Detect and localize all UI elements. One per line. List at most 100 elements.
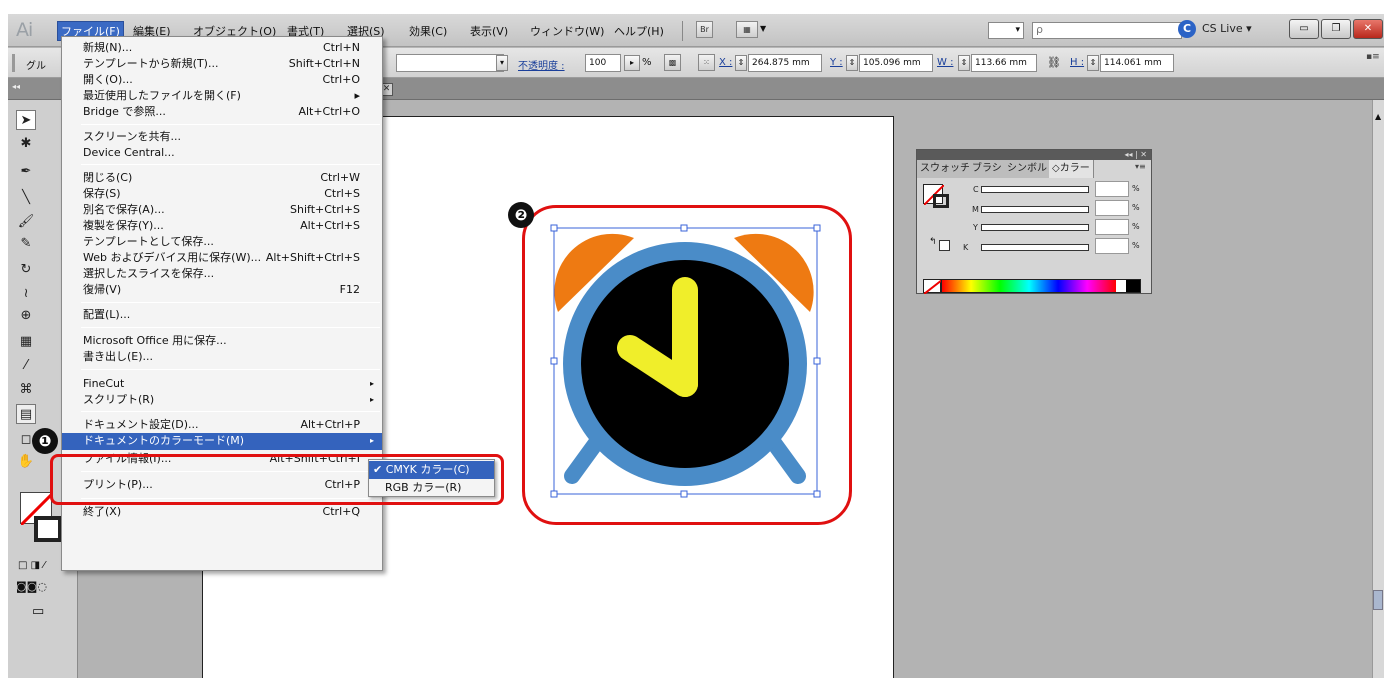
menu-item-save-for-web[interactable]: Web およびデバイス用に保存(W)... Alt+Shift+Ctrl+S — [62, 250, 382, 266]
menu-item-save[interactable]: 保存(S) Ctrl+S — [62, 186, 382, 202]
scroll-up-icon[interactable]: ▲ — [1375, 112, 1381, 121]
h-input[interactable]: 114.061 mm — [1100, 54, 1174, 72]
menu-item-export[interactable]: 書き出し(E)... — [62, 349, 382, 365]
menu-item-open[interactable]: 開く(O)... Ctrl+O — [62, 72, 382, 88]
spinner-icon[interactable]: ⇕ — [1087, 55, 1099, 71]
brush-tool-icon[interactable]: 🖌 — [16, 212, 36, 232]
reference-point-icon[interactable]: ⁙ — [698, 54, 715, 71]
menu-item-open-recent[interactable]: 最近使用したファイルを開く(F) ▸ — [62, 88, 382, 104]
tab-swatches[interactable]: スウォッチ — [917, 160, 974, 178]
c-value-input[interactable] — [1095, 181, 1129, 197]
menu-item-save-as[interactable]: 別名で保存(A)... Shift+Ctrl+S — [62, 202, 382, 218]
menu-item-save-selected-slices[interactable]: 選択したスライスを保存... — [62, 266, 382, 282]
menu-item-finecut[interactable]: FineCut ▸ — [62, 376, 382, 392]
menu-view[interactable]: 表示(V) — [470, 23, 508, 39]
spinner-icon[interactable]: ⇕ — [735, 55, 747, 71]
menu-effect[interactable]: 効果(C) — [409, 23, 447, 39]
hand-tool-icon[interactable]: ✋ — [16, 452, 36, 472]
menu-separator — [81, 327, 380, 328]
menu-item-scripts[interactable]: スクリプト(R) ▸ — [62, 392, 382, 408]
spinner-icon[interactable]: ⇕ — [846, 55, 858, 71]
menu-item-place[interactable]: 配置(L)... — [62, 307, 382, 323]
opacity-label[interactable]: 不透明度 : — [518, 57, 565, 72]
menu-item-browse-bridge[interactable]: Bridge で参照... Alt+Ctrl+O — [62, 104, 382, 120]
menu-item-save-ms-office[interactable]: Microsoft Office 用に保存... — [62, 333, 382, 349]
x-input[interactable]: 264.875 mm — [748, 54, 822, 72]
mesh-tool-icon[interactable]: ▦ — [16, 332, 36, 352]
vertical-scrollbar[interactable]: ▲ — [1372, 100, 1384, 678]
arrange-documents-icon[interactable]: ▦ — [736, 21, 758, 38]
slice-tool-icon[interactable]: ▤ — [16, 404, 36, 424]
search-input[interactable]: ρ — [1032, 22, 1182, 39]
tab-color[interactable]: ◇カラー — [1049, 160, 1094, 178]
color-spectrum-bar[interactable] — [941, 279, 1141, 293]
m-value-input[interactable] — [1095, 200, 1129, 216]
tab-symbols[interactable]: シンボル — [1004, 160, 1051, 178]
warp-tool-icon[interactable]: ≀ — [16, 284, 36, 304]
chevron-down-icon[interactable]: ▾ — [496, 55, 508, 71]
close-icon[interactable]: ✕ — [1353, 19, 1383, 39]
menu-item-device-central[interactable]: Device Central... — [62, 145, 382, 161]
y-input[interactable]: 105.096 mm — [859, 54, 933, 72]
panel-menu-icon[interactable]: ▾≡ — [1135, 162, 1146, 171]
style-dropdown[interactable] — [396, 54, 504, 72]
chevron-right-icon[interactable]: ▸ — [624, 55, 640, 71]
restore-icon[interactable]: ❐ — [1321, 19, 1351, 39]
w-input[interactable]: 113.66 mm — [971, 54, 1037, 72]
cslive-menu[interactable]: CS Live ▾ — [1202, 22, 1252, 35]
draw-mode-icons[interactable]: ◙◙◌ — [16, 580, 47, 593]
eyedropper-tool-icon[interactable]: ⁄ — [16, 356, 36, 376]
y-value-input[interactable] — [1095, 219, 1129, 235]
zoom-dropdown[interactable]: ▾ — [988, 22, 1024, 39]
tab-brushes[interactable]: ブラシ — [969, 160, 1006, 178]
h-label[interactable]: H : — [1070, 57, 1084, 68]
menu-item-revert[interactable]: 復帰(V) F12 — [62, 282, 382, 298]
menu-item-close[interactable]: 閉じる(C) Ctrl+W — [62, 170, 382, 186]
collapse-icon[interactable]: ◂◂ — [12, 82, 20, 91]
panel-menu-icon[interactable]: ▪≡ — [1366, 52, 1380, 62]
menu-item-share-screen[interactable]: スクリーンを共有... — [62, 129, 382, 145]
menu-item-document-setup[interactable]: ドキュメント設定(D)... Alt+Ctrl+P — [62, 417, 382, 433]
menu-item-save-copy[interactable]: 複製を保存(Y)... Alt+Ctrl+S — [62, 218, 382, 234]
menu-help[interactable]: ヘルプ(H) — [614, 23, 664, 39]
out-of-gamut-icon[interactable]: ↰ — [929, 237, 937, 247]
opacity-input[interactable]: 100 — [585, 54, 621, 72]
color-mode-icons[interactable]: □ ◨ ⁄ — [18, 560, 45, 571]
menu-item-document-color-mode[interactable]: ドキュメントのカラーモード(M) ▸ — [62, 433, 382, 450]
k-value-input[interactable] — [1095, 238, 1129, 254]
y-slider[interactable] — [981, 224, 1089, 231]
menu-item-exit[interactable]: 終了(X) Ctrl+Q — [62, 504, 382, 520]
menu-item-save-as-template[interactable]: テンプレートとして保存... — [62, 234, 382, 250]
minimize-icon[interactable]: ▭ — [1289, 19, 1319, 39]
line-tool-icon[interactable]: ╲ — [16, 188, 36, 208]
magic-wand-tool-icon[interactable]: ✱ — [16, 134, 36, 154]
stroke-swatch[interactable] — [34, 516, 62, 542]
menu-item-new[interactable]: 新規(N)... Ctrl+N — [62, 40, 382, 56]
k-slider[interactable] — [981, 244, 1089, 251]
shape-builder-tool-icon[interactable]: ⊕ — [16, 306, 36, 326]
selection-tool-icon[interactable]: ➤ — [16, 110, 36, 130]
bridge-icon[interactable]: Br — [696, 21, 713, 38]
y-label[interactable]: Y : — [830, 57, 843, 68]
last-color-swatch[interactable] — [939, 240, 950, 251]
scroll-thumb[interactable] — [1373, 590, 1383, 610]
w-label[interactable]: W : — [937, 57, 953, 68]
rotate-tool-icon[interactable]: ↻ — [16, 260, 36, 280]
chevron-down-icon[interactable]: ▼ — [760, 24, 766, 33]
spinner-icon[interactable]: ⇕ — [958, 55, 970, 71]
x-label[interactable]: X : — [719, 57, 732, 68]
pen-tool-icon[interactable]: ✒ — [16, 162, 36, 182]
eraser-tool-icon[interactable]: ✎ — [16, 234, 36, 254]
screen-mode-icon[interactable]: ▭ — [32, 604, 44, 619]
menu-item-new-from-template[interactable]: テンプレートから新規(T)... Shift+Ctrl+N — [62, 56, 382, 72]
menu-window[interactable]: ウィンドウ(W) — [530, 23, 604, 39]
highlight-box-color-mode — [50, 454, 504, 505]
link-icon[interactable]: ⛓ — [1047, 56, 1061, 69]
recolor-icon[interactable]: ▩ — [664, 54, 681, 71]
panel-titlebar[interactable]: ◂◂ | ✕ — [917, 150, 1151, 160]
stroke-indicator[interactable] — [933, 194, 949, 208]
c-slider[interactable] — [981, 186, 1089, 193]
symbol-sprayer-tool-icon[interactable]: ⌘ — [16, 380, 36, 400]
none-color-button[interactable] — [923, 279, 943, 295]
m-slider[interactable] — [981, 206, 1089, 213]
